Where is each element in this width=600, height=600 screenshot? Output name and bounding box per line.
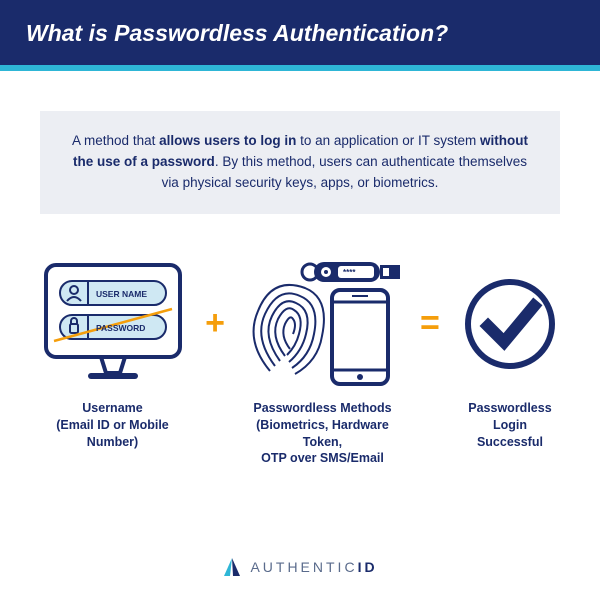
step-passwordless: **** Passwordless Methods (Biometrics, H… xyxy=(235,254,410,468)
svg-text:****: **** xyxy=(343,268,356,277)
field-username-label: USER NAME xyxy=(96,289,147,299)
equals-icon: = xyxy=(418,254,442,394)
brand-text: AUTHENTICID xyxy=(250,559,377,575)
step-success: Passwordless Login Successful xyxy=(450,254,570,451)
footer: AUTHENTICID xyxy=(0,557,600,582)
page-title: What is Passwordless Authentication? xyxy=(26,20,574,47)
hardware-token-icon: **** xyxy=(302,262,400,282)
methods-icon: **** xyxy=(235,254,410,394)
brand-mark-icon xyxy=(222,557,242,577)
plus-icon: + xyxy=(203,254,227,394)
fingerprint-icon xyxy=(254,285,324,374)
field-password-label: PASSWORD xyxy=(96,323,145,333)
caption-methods: Passwordless Methods (Biometrics, Hardwa… xyxy=(235,394,410,468)
def-text: A method that allows users to log in to … xyxy=(72,133,528,190)
definition-box: A method that allows users to log in to … xyxy=(40,111,560,214)
phone-icon xyxy=(332,290,388,384)
caption-success: Passwordless Login Successful xyxy=(450,394,570,451)
caption-username: Username (Email ID or Mobile Number) xyxy=(30,394,195,451)
diagram-row: USER NAME PASSWORD Username (Email ID or… xyxy=(0,239,600,468)
step-username: USER NAME PASSWORD Username (Email ID or… xyxy=(30,254,195,451)
header-bar: What is Passwordless Authentication? xyxy=(0,0,600,65)
brand-logo: AUTHENTICID xyxy=(222,557,377,577)
accent-bar xyxy=(0,65,600,71)
checkmark-icon xyxy=(450,254,570,394)
monitor-icon: USER NAME PASSWORD xyxy=(30,254,195,394)
